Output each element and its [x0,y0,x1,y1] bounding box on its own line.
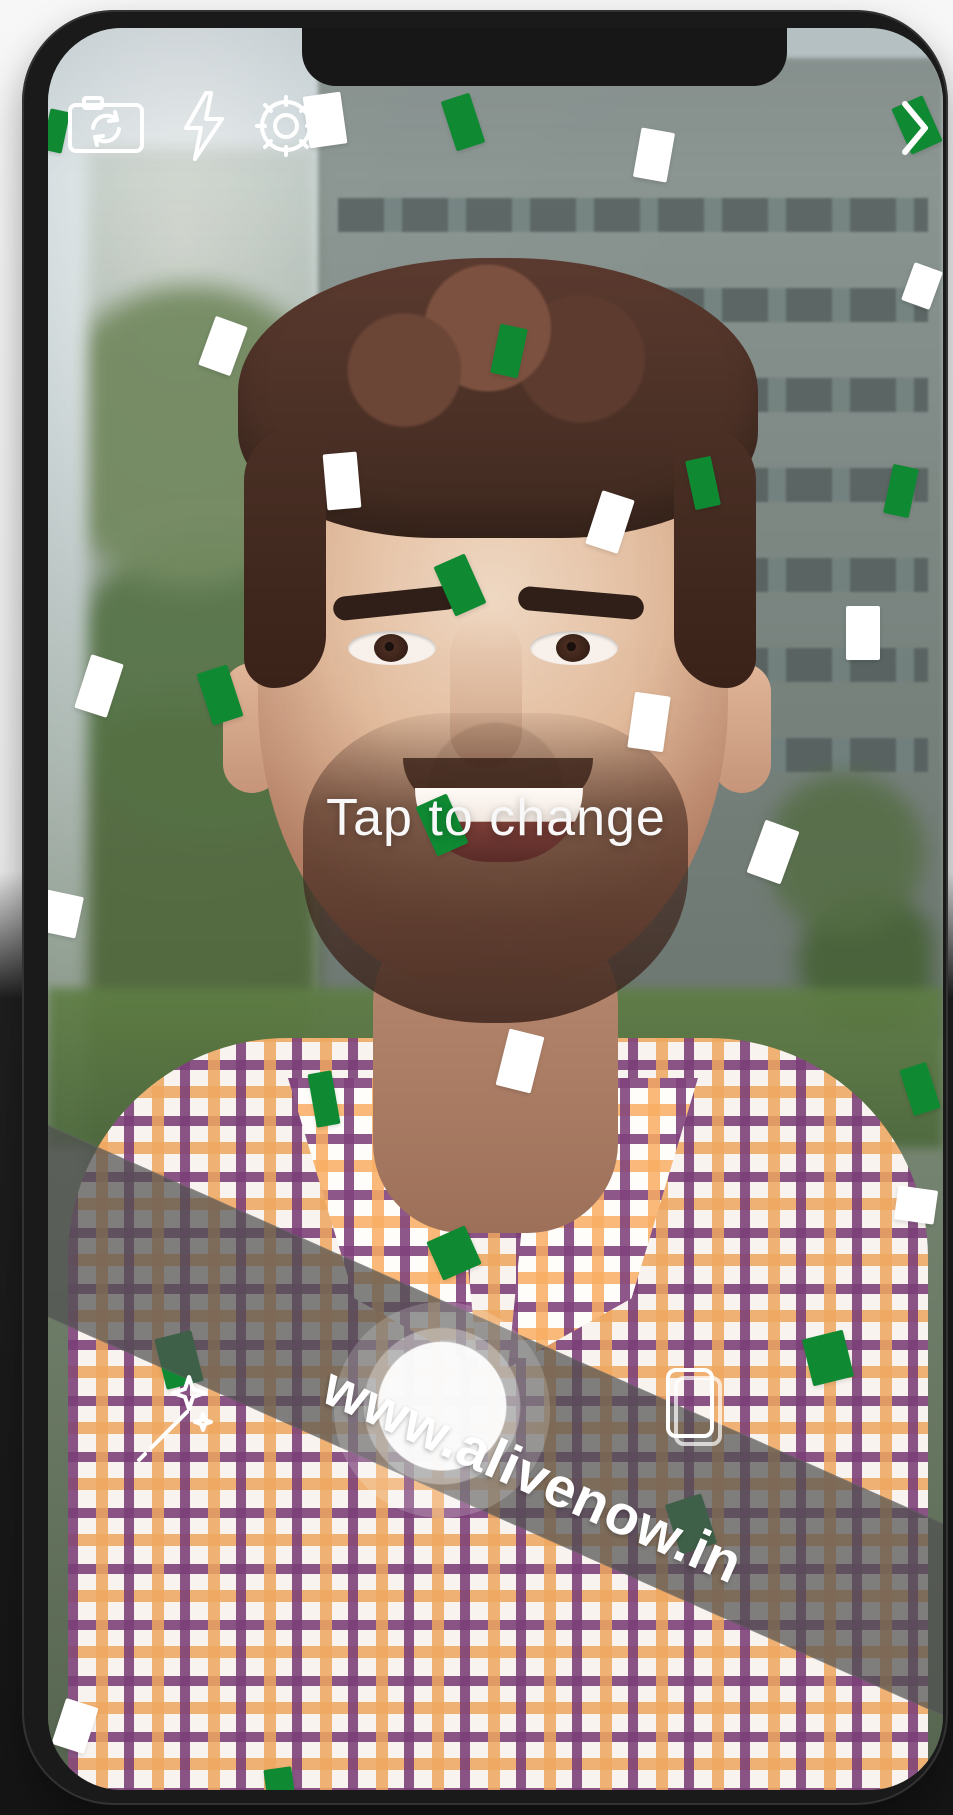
sideburn-left [244,428,326,688]
app-page: Tap to change www.alivenow.in [0,0,953,1815]
iris-right [556,634,590,662]
phone-notch [302,28,787,86]
chevron-right-icon[interactable] [895,96,935,160]
gear-icon[interactable] [250,90,322,162]
iris-left [374,634,408,662]
confetti-piece [322,451,362,511]
flash-icon[interactable] [178,89,230,163]
eye-right [530,631,618,665]
confetti-piece [263,1766,297,1790]
magic-wand-icon[interactable] [131,1360,217,1464]
tap-to-change-label: Tap to change [326,789,666,847]
camera-switch-icon[interactable] [66,93,146,157]
confetti-piece [846,606,880,660]
gallery-icon[interactable] [660,1364,728,1450]
camera-screen[interactable]: Tap to change www.alivenow.in [48,28,943,1790]
confetti-piece [627,691,671,753]
confetti-piece [893,1185,939,1225]
building-window-row [338,198,928,232]
eye-left [348,631,436,665]
